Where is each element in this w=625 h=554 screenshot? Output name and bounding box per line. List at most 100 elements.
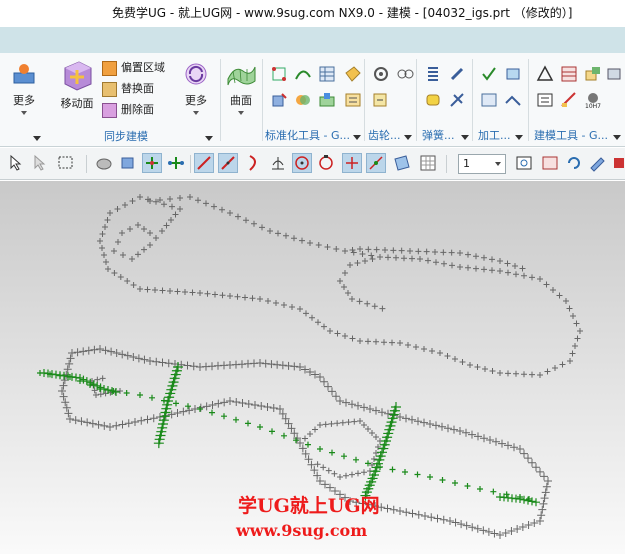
grid-icon[interactable] <box>418 153 438 173</box>
curve-point <box>164 359 173 368</box>
selection-scale-dropdown[interactable]: 1 <box>458 154 506 174</box>
curve-point <box>426 420 434 428</box>
surface-button[interactable]: 曲面 <box>223 59 259 115</box>
machining-table-icon[interactable] <box>480 91 498 109</box>
spline-icon[interactable] <box>294 65 312 83</box>
curve-point <box>373 450 379 456</box>
rotate-icon[interactable] <box>564 153 584 173</box>
group-expand-icon[interactable] <box>205 136 213 141</box>
group-expand-icon[interactable] <box>613 135 621 140</box>
options-icon[interactable] <box>606 65 624 83</box>
point-on-face-icon[interactable] <box>392 153 412 173</box>
select-cursor-icon[interactable] <box>6 153 26 173</box>
feature-icon[interactable] <box>318 91 336 109</box>
table-icon[interactable] <box>318 65 336 83</box>
curve-point <box>524 496 532 505</box>
curve-point <box>383 504 392 513</box>
curve-point <box>58 387 66 395</box>
curve-point <box>251 220 257 227</box>
cube-edit-icon[interactable] <box>270 91 288 109</box>
gear-param-icon[interactable] <box>372 91 390 109</box>
curve-point <box>111 248 117 254</box>
group-expand-icon[interactable] <box>353 135 361 140</box>
view-fit-icon[interactable] <box>514 153 534 173</box>
point-on-curve-icon[interactable] <box>366 153 386 173</box>
curve-point <box>334 420 341 427</box>
intersection-icon[interactable] <box>342 153 362 173</box>
spring-compress-icon[interactable] <box>424 91 442 109</box>
chevron-down-icon <box>238 111 244 115</box>
curve-point <box>131 418 139 426</box>
curve-point <box>402 508 411 517</box>
replace-face-button[interactable]: 替换面 <box>102 80 154 98</box>
fit-10h7-icon[interactable]: 10H7 <box>584 91 602 110</box>
curve-point <box>317 446 323 452</box>
curve-point <box>432 421 440 430</box>
delete-face-button[interactable]: 删除面 <box>102 101 154 119</box>
curve-point <box>361 422 367 428</box>
spring-edit-icon[interactable] <box>448 65 466 83</box>
move-face-button[interactable]: 移动面 <box>54 58 100 111</box>
machining-path-icon[interactable] <box>504 91 522 109</box>
group-expand-icon[interactable] <box>404 135 412 140</box>
curve-point <box>83 418 92 427</box>
circle-center-icon[interactable] <box>292 153 312 173</box>
more-button-1[interactable]: 更多 <box>6 59 42 115</box>
curve-point <box>117 274 124 280</box>
snap-multi-icon[interactable] <box>166 153 186 173</box>
snap-point-icon[interactable] <box>142 153 162 173</box>
curve-point <box>486 436 494 444</box>
point-set-icon[interactable] <box>270 65 288 83</box>
curve-point <box>159 228 165 234</box>
curve-point <box>173 400 179 407</box>
measure-icon[interactable] <box>560 91 578 109</box>
curve-point <box>371 303 378 310</box>
select-pointer-gray-icon[interactable] <box>30 153 50 173</box>
curve-point <box>480 434 488 443</box>
box-select-icon[interactable] <box>56 153 76 173</box>
curve-point <box>421 346 427 352</box>
gear-icon[interactable] <box>372 65 390 83</box>
curve-point <box>321 480 329 489</box>
group-expand-icon[interactable] <box>33 136 41 141</box>
spring-icon[interactable] <box>424 65 442 83</box>
view-orient-icon[interactable] <box>540 153 560 173</box>
more-button-2[interactable]: 更多 <box>178 59 214 115</box>
curve-point <box>456 427 464 435</box>
shade-icon[interactable] <box>612 153 625 173</box>
quadrant-icon[interactable] <box>316 153 336 173</box>
line-end-icon[interactable] <box>194 153 214 173</box>
curve-point <box>227 210 233 216</box>
tab-strip <box>0 27 625 53</box>
chevron-down-icon <box>495 162 501 166</box>
curve-point <box>99 375 106 382</box>
group-expand-icon[interactable] <box>461 135 469 140</box>
curve-point <box>337 474 343 480</box>
filter-solid-icon[interactable] <box>94 153 114 173</box>
triangle-icon[interactable] <box>536 65 554 83</box>
curve-point <box>369 430 375 436</box>
gear-spec-icon[interactable] <box>344 91 362 109</box>
boolean-icon[interactable] <box>294 91 312 109</box>
grid-table-icon[interactable] <box>560 65 578 83</box>
graphics-viewport[interactable]: 学UG就上UG网 www.9sug.com <box>0 181 625 554</box>
curve-point <box>137 194 143 200</box>
line-mid-icon[interactable] <box>218 153 238 173</box>
render-style-icon[interactable] <box>588 153 608 173</box>
ribbon: 更多 移动面 偏置区域 替换面 删除面 更多 同步建模 曲面 标准化工具 - G… <box>0 53 625 147</box>
filter-body-icon[interactable] <box>118 153 138 173</box>
tag-icon[interactable] <box>344 65 362 83</box>
machining-tool-icon[interactable] <box>504 65 522 83</box>
offset-region-button[interactable]: 偏置区域 <box>102 59 165 77</box>
curve-point <box>179 407 188 416</box>
curve-point <box>556 292 563 299</box>
feature-tree-icon[interactable] <box>584 65 602 83</box>
spring-delete-icon[interactable] <box>448 91 466 109</box>
perpendicular-icon[interactable] <box>268 153 288 173</box>
curve-point <box>320 377 328 386</box>
gear-mesh-icon[interactable] <box>396 65 414 83</box>
curve-icon[interactable] <box>244 153 264 173</box>
list-icon[interactable] <box>536 91 554 109</box>
machining-check-icon[interactable] <box>480 65 498 83</box>
group-expand-icon[interactable] <box>515 135 523 140</box>
